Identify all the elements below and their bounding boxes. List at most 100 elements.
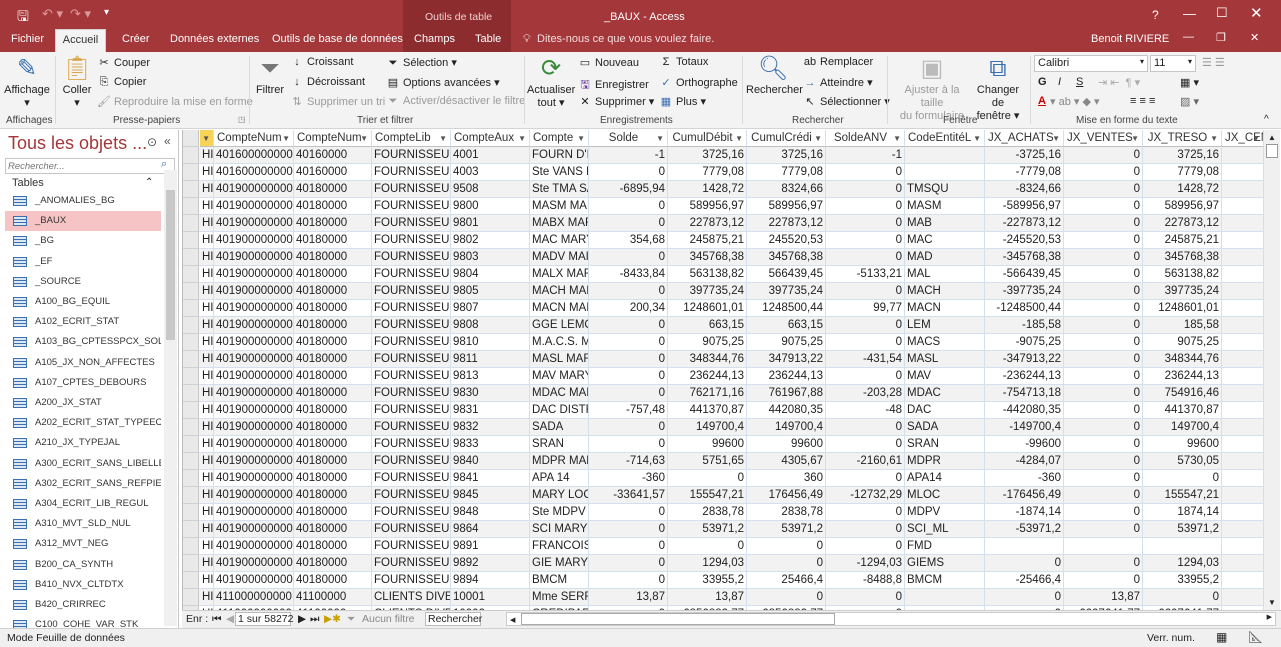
collapse-ribbon-icon[interactable]: ^: [1264, 114, 1269, 125]
chevron-down-icon[interactable]: ▼: [973, 130, 981, 146]
row-selector[interactable]: [183, 249, 199, 266]
table-cell[interactable]: APA 14: [530, 470, 589, 487]
table-cell[interactable]: 40180000: [294, 470, 372, 487]
table-cell[interactable]: MACS: [905, 334, 985, 351]
table-cell[interactable]: 40180000: [294, 232, 372, 249]
column-header[interactable]: SoldeANV ▼: [826, 130, 905, 147]
nav-item-table[interactable]: _BG: [5, 231, 161, 251]
table-cell[interactable]: HI: [200, 470, 214, 487]
chevron-down-icon[interactable]: ▼: [814, 130, 822, 146]
table-cell[interactable]: -48: [826, 402, 905, 419]
table-cell[interactable]: 401900000000: [214, 572, 294, 589]
table-cell[interactable]: 40180000: [294, 334, 372, 351]
customize-qat-icon[interactable]: ▾: [104, 7, 109, 18]
table-cell[interactable]: TMSQU: [905, 181, 985, 198]
table-cell[interactable]: 401900000000: [214, 317, 294, 334]
nav-item-table[interactable]: A200_JX_STAT: [5, 393, 161, 413]
table-cell[interactable]: 0: [826, 232, 905, 249]
horizontal-scrollbar[interactable]: ◀ ▶: [506, 612, 1276, 626]
row-selector[interactable]: [183, 147, 199, 164]
table-cell[interactable]: FOURNISSEURS: [372, 555, 451, 572]
table-cell[interactable]: 99,77: [826, 300, 905, 317]
table-cell[interactable]: MASM: [905, 198, 985, 215]
table-cell[interactable]: 0: [985, 555, 1064, 572]
column-header[interactable]: CumulDébit ▼: [668, 130, 747, 147]
supprimer-tri-button[interactable]: ⇅ Supprimer un tri: [290, 95, 385, 108]
table-cell[interactable]: 149700,4: [668, 419, 747, 436]
table-cell[interactable]: 0: [1143, 589, 1222, 606]
table-cell[interactable]: FOURNISSEURS: [372, 317, 451, 334]
table-cell[interactable]: [985, 538, 1064, 555]
table-cell[interactable]: 663,15: [747, 317, 826, 334]
table-cell[interactable]: 40180000: [294, 181, 372, 198]
column-header[interactable]: Solde ▼: [589, 130, 668, 147]
row-selector[interactable]: [183, 198, 199, 215]
chevron-down-icon[interactable]: ▼: [735, 130, 743, 146]
table-cell[interactable]: -1: [589, 147, 668, 164]
table-cell[interactable]: [1143, 538, 1222, 555]
table-cell[interactable]: 40180000: [294, 419, 372, 436]
row-selector[interactable]: [183, 402, 199, 419]
row-selector[interactable]: [183, 436, 199, 453]
table-cell[interactable]: -203,28: [826, 385, 905, 402]
row-selector[interactable]: [183, 504, 199, 521]
table-cell[interactable]: 99600: [668, 436, 747, 453]
selectionner-button[interactable]: ↖ Sélectionner ▾: [803, 95, 889, 108]
table-cell[interactable]: 9831: [451, 402, 530, 419]
table-cell[interactable]: 401900000000: [214, 538, 294, 555]
table-row[interactable]: HI40190000000040180000FOURNISSEURS9841AP…: [183, 470, 1263, 487]
vertical-scrollbar[interactable]: ▲ ▼: [1263, 130, 1280, 610]
table-cell[interactable]: 236244,13: [668, 368, 747, 385]
table-row[interactable]: HI40190000000040180000FOURNISSEURS9807MA…: [183, 300, 1263, 317]
table-cell[interactable]: 0: [1064, 181, 1143, 198]
table-cell[interactable]: 0: [1064, 334, 1143, 351]
table-row[interactable]: HI40190000000040180000FOURNISSEURS9892GI…: [183, 555, 1263, 572]
doc-close-button[interactable]: ✕: [1250, 31, 1259, 44]
ajuster-button[interactable]: ▣ Ajuster à la taille du formulaire: [892, 54, 972, 123]
table-cell[interactable]: [1222, 334, 1263, 351]
tab-creer[interactable]: Créer: [122, 33, 150, 45]
table-cell[interactable]: [905, 147, 985, 164]
table-cell[interactable]: 0: [1064, 351, 1143, 368]
record-search-input[interactable]: Rechercher: [425, 612, 482, 626]
totaux-button[interactable]: Σ Totaux: [659, 56, 709, 68]
row-selector[interactable]: [183, 453, 199, 470]
nav-item-table[interactable]: A100_BG_EQUIL: [5, 292, 161, 312]
table-cell[interactable]: MAV MARY: [530, 368, 589, 385]
table-cell[interactable]: APA14: [905, 470, 985, 487]
table-cell[interactable]: 0: [1064, 317, 1143, 334]
table-cell[interactable]: 9810: [451, 334, 530, 351]
table-cell[interactable]: LEM: [905, 317, 985, 334]
table-cell[interactable]: -6895,94: [589, 181, 668, 198]
table-cell[interactable]: MDPR: [905, 453, 985, 470]
table-cell[interactable]: 0: [589, 334, 668, 351]
table-cell[interactable]: 401900000000: [214, 215, 294, 232]
nav-search-input[interactable]: [5, 158, 175, 174]
table-cell[interactable]: 401900000000: [214, 283, 294, 300]
nav-item-table[interactable]: A310_MVT_SLD_NUL: [5, 514, 161, 534]
affichage-button[interactable]: ✎ Affichage ▾: [4, 54, 50, 110]
save-icon[interactable]: 🖫: [17, 6, 29, 30]
table-cell[interactable]: 40180000: [294, 385, 372, 402]
table-cell[interactable]: 663,15: [668, 317, 747, 334]
actualiser-button[interactable]: ⟳ Actualiser tout ▾: [527, 54, 575, 110]
table-cell[interactable]: HI: [200, 283, 214, 300]
table-cell[interactable]: 8324,66: [747, 181, 826, 198]
tab-outils-bdd[interactable]: Outils de base de données: [272, 33, 403, 45]
table-cell[interactable]: 0: [1064, 283, 1143, 300]
table-cell[interactable]: FOURNISSEURS: [372, 232, 451, 249]
maximize-button[interactable]: ☐: [1216, 5, 1228, 21]
table-cell[interactable]: 401900000000: [214, 198, 294, 215]
table-cell[interactable]: 566439,45: [747, 266, 826, 283]
column-header[interactable]: CumulCrédi ▼: [747, 130, 826, 147]
table-cell[interactable]: 7779,08: [668, 164, 747, 181]
table-cell[interactable]: HI: [200, 572, 214, 589]
table-cell[interactable]: FOURNISSEURS: [372, 368, 451, 385]
table-cell[interactable]: 401900000000: [214, 232, 294, 249]
table-cell[interactable]: -442080,35: [985, 402, 1064, 419]
table-cell[interactable]: 40180000: [294, 215, 372, 232]
column-header[interactable]: Compte ▼: [530, 130, 589, 147]
row-selector[interactable]: [183, 385, 199, 402]
table-cell[interactable]: 0: [747, 555, 826, 572]
table-cell[interactable]: HI: [200, 164, 214, 181]
